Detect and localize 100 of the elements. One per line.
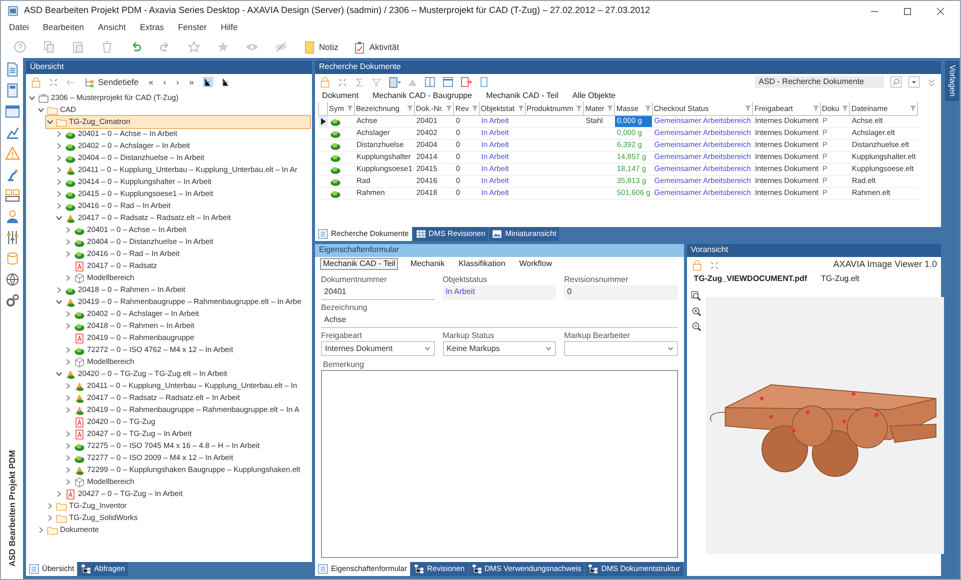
filter-tab[interactable]: Mechanik CAD - Teil bbox=[484, 91, 560, 101]
nav-button[interactable]: « bbox=[146, 76, 156, 88]
chevron-icon[interactable] bbox=[55, 178, 63, 186]
chevron-icon[interactable] bbox=[55, 190, 63, 198]
paste-icon[interactable] bbox=[71, 40, 85, 54]
search-icon[interactable] bbox=[890, 76, 902, 88]
chevron-icon[interactable] bbox=[55, 166, 63, 174]
form-tab[interactable]: Klassifikation bbox=[456, 258, 508, 270]
lock-icon[interactable] bbox=[30, 76, 42, 88]
page-icon[interactable] bbox=[478, 76, 490, 88]
activity-button[interactable]: Aktivität bbox=[351, 40, 402, 54]
sliders-icon[interactable] bbox=[4, 230, 20, 245]
document-icon[interactable] bbox=[4, 62, 20, 77]
delete-icon[interactable] bbox=[100, 40, 114, 54]
nav-button[interactable]: › bbox=[174, 76, 182, 88]
chevron-icon[interactable] bbox=[64, 382, 72, 390]
back-arrow-icon[interactable] bbox=[65, 76, 76, 88]
input-field[interactable]: 20401 bbox=[321, 285, 435, 300]
window-icon[interactable] bbox=[442, 76, 454, 88]
sum-icon[interactable] bbox=[354, 76, 365, 88]
copy-icon[interactable] bbox=[42, 40, 56, 54]
chevron-icon[interactable] bbox=[55, 130, 63, 138]
zoom-fit-icon[interactable] bbox=[690, 291, 702, 302]
warning-icon[interactable] bbox=[4, 146, 20, 161]
menu-item[interactable]: Bearbeiten bbox=[42, 22, 84, 35]
note-button[interactable]: Notiz bbox=[301, 40, 340, 54]
menu-item[interactable]: Ansicht bbox=[98, 22, 126, 35]
form-tab[interactable]: Workflow bbox=[517, 258, 554, 270]
dropdown-field[interactable]: Keine Markups bbox=[442, 341, 556, 356]
zoom-in-icon[interactable] bbox=[690, 306, 702, 317]
view-select[interactable]: ASD - Recherche Dokumente bbox=[754, 76, 884, 88]
chevron-icon[interactable] bbox=[64, 406, 72, 414]
dropdown-icon[interactable] bbox=[908, 76, 920, 88]
export-icon[interactable] bbox=[460, 76, 472, 88]
filter-icon[interactable] bbox=[812, 105, 819, 112]
file-tab[interactable]: TG-Zug_VIEWDOCUMENT.pdf bbox=[692, 274, 810, 284]
collapse-icon[interactable] bbox=[337, 76, 348, 88]
help-icon[interactable] bbox=[13, 40, 27, 54]
chevron-icon[interactable] bbox=[28, 94, 36, 102]
eye-crossed-icon[interactable] bbox=[274, 40, 288, 54]
zoom-out-icon[interactable] bbox=[690, 321, 702, 332]
grid-icon[interactable] bbox=[4, 188, 20, 203]
filter-icon[interactable] bbox=[745, 105, 752, 112]
filter-icon[interactable] bbox=[446, 105, 452, 112]
chevron-icon[interactable] bbox=[55, 214, 63, 222]
chevron-icon[interactable] bbox=[46, 514, 54, 522]
nav-button[interactable]: ‹ bbox=[161, 76, 168, 88]
input-field[interactable]: Achse bbox=[321, 313, 678, 328]
chevron-icon[interactable] bbox=[64, 226, 72, 234]
lock-icon[interactable] bbox=[690, 259, 703, 271]
filter-tab[interactable]: Mechanik CAD - Baugruppe bbox=[370, 91, 474, 101]
chevron-icon[interactable] bbox=[37, 106, 45, 114]
chevron-icon[interactable] bbox=[64, 322, 72, 330]
maximize-icon[interactable] bbox=[902, 6, 913, 16]
filter-icon[interactable] bbox=[607, 105, 614, 112]
chevron-icon[interactable] bbox=[64, 442, 72, 450]
chevron-icon[interactable] bbox=[64, 358, 72, 366]
chevron-icon[interactable] bbox=[55, 142, 63, 150]
chevrons-icon[interactable] bbox=[926, 76, 937, 88]
filter-icon[interactable] bbox=[842, 105, 848, 112]
chevron-icon[interactable] bbox=[55, 298, 63, 306]
chevron-icon[interactable] bbox=[64, 394, 72, 402]
menu-item[interactable]: Datei bbox=[9, 22, 29, 35]
filter-icon[interactable] bbox=[644, 105, 651, 112]
filter-icon[interactable] bbox=[910, 105, 916, 112]
depth-button[interactable]: Sendetiefe bbox=[82, 76, 141, 88]
gears-icon[interactable] bbox=[4, 293, 20, 308]
chevron-icon[interactable] bbox=[64, 430, 72, 438]
menu-item[interactable]: Hilfe bbox=[220, 22, 238, 35]
close-icon[interactable] bbox=[935, 6, 946, 16]
filter-icon[interactable] bbox=[576, 105, 582, 112]
chevron-icon[interactable] bbox=[55, 490, 63, 498]
tree-view-icon[interactable] bbox=[202, 76, 214, 88]
person-icon[interactable] bbox=[4, 209, 20, 224]
menu-item[interactable]: Extras bbox=[140, 22, 164, 35]
chevron-icon[interactable] bbox=[55, 286, 63, 294]
form-tab[interactable]: Mechanik CAD - Teil bbox=[320, 258, 398, 270]
chevron-icon[interactable] bbox=[55, 370, 63, 378]
split-view-icon[interactable] bbox=[424, 76, 436, 88]
menu-item[interactable]: Fenster bbox=[178, 22, 207, 35]
chevron-icon[interactable] bbox=[64, 250, 72, 258]
window-icon[interactable] bbox=[4, 104, 20, 119]
chevron-icon[interactable] bbox=[64, 478, 72, 486]
filter-icon[interactable] bbox=[406, 105, 413, 112]
chevron-icon[interactable] bbox=[64, 466, 72, 474]
chevron-icon[interactable] bbox=[64, 274, 72, 282]
filter-icon[interactable] bbox=[518, 105, 524, 112]
lock-icon[interactable] bbox=[319, 76, 331, 88]
chevron-icon[interactable] bbox=[64, 346, 72, 354]
star-icon[interactable] bbox=[216, 40, 230, 54]
database-icon[interactable] bbox=[4, 251, 20, 266]
chevron-icon[interactable] bbox=[64, 238, 72, 246]
form-tab[interactable]: Mechanik bbox=[408, 258, 447, 270]
nav-button[interactable]: » bbox=[187, 76, 196, 88]
chevron-icon[interactable] bbox=[46, 118, 54, 126]
filter-icon[interactable] bbox=[472, 105, 478, 112]
chevron-icon[interactable] bbox=[64, 310, 72, 318]
star-outline-icon[interactable] bbox=[187, 40, 201, 54]
filter-icon[interactable] bbox=[371, 76, 382, 88]
remark-field[interactable] bbox=[321, 370, 678, 558]
